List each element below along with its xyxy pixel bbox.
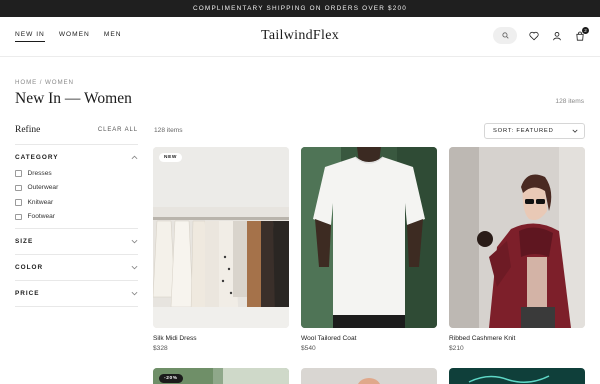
sort-select[interactable]: SORT: FEATURED: [484, 123, 585, 139]
product-tag-badge: -20%: [159, 374, 183, 383]
product-image[interactable]: NEW: [153, 147, 289, 328]
cart-count-badge: 2: [582, 26, 589, 34]
site-header: NEW IN WOMEN MEN TailwindFlex 2: [0, 17, 600, 57]
filter-color-header[interactable]: COLOR: [15, 255, 138, 280]
items-count: 128 items: [154, 127, 183, 134]
cart-button[interactable]: 2: [574, 26, 589, 42]
clear-all-button[interactable]: CLEAR ALL: [98, 127, 138, 133]
product-card[interactable]: -20%: [153, 368, 289, 384]
breadcrumb[interactable]: HOME / WOMEN: [15, 79, 74, 86]
category-option-outerwear[interactable]: Outerwear: [15, 181, 138, 196]
wishlist-button[interactable]: [528, 30, 540, 42]
chevron-down-icon: [131, 239, 138, 244]
announcement-bar: COMPLIMENTARY SHIPPING ON ORDERS OVER $2…: [0, 0, 600, 17]
checkbox[interactable]: [15, 184, 22, 191]
filter-color-title: COLOR: [15, 264, 44, 271]
product-card[interactable]: [449, 368, 585, 384]
search-icon: [501, 32, 509, 39]
category-options: Dresses Outerwear Knitwear Footwear: [15, 166, 138, 228]
product-card[interactable]: Wool Tailored Coat $540: [301, 147, 437, 352]
category-option-knitwear[interactable]: Knitwear: [15, 195, 138, 210]
chevron-up-icon: [131, 155, 138, 160]
filter-size-title: SIZE: [15, 238, 34, 245]
filter-sidebar: Refine CLEAR ALL CATEGORY Dresses Outerw…: [15, 123, 138, 307]
sort-label: SORT: FEATURED: [493, 128, 554, 134]
checkbox[interactable]: [15, 170, 22, 177]
heart-icon: [529, 31, 539, 40]
product-name[interactable]: Silk Midi Dress: [153, 335, 289, 342]
option-label: Footwear: [27, 213, 56, 221]
filter-price-title: PRICE: [15, 290, 40, 297]
category-option-footwear[interactable]: Footwear: [15, 210, 138, 225]
filter-category: CATEGORY Dresses Outerwear Knitwear Foot…: [15, 144, 138, 228]
header-actions: 2: [493, 26, 589, 44]
filter-size: SIZE: [15, 228, 138, 254]
refine-header: Refine CLEAR ALL: [15, 123, 138, 136]
product-card[interactable]: NEW Silk Midi Dress $328: [153, 147, 289, 352]
product-image[interactable]: [301, 368, 437, 384]
category-option-dresses[interactable]: Dresses: [15, 166, 138, 181]
filter-category-title: CATEGORY: [15, 154, 59, 161]
option-label: Knitwear: [27, 198, 54, 206]
product-image[interactable]: [301, 147, 437, 328]
search-button[interactable]: [493, 27, 517, 44]
user-icon: [553, 31, 561, 40]
option-label: Outerwear: [27, 184, 59, 192]
chevron-down-icon: [131, 265, 138, 270]
checkbox[interactable]: [15, 199, 22, 206]
product-price: $328: [153, 345, 168, 352]
product-price: $210: [449, 345, 464, 352]
product-name[interactable]: Ribbed Cashmere Knit: [449, 335, 585, 342]
product-price: $540: [301, 345, 316, 352]
filter-price: PRICE: [15, 280, 138, 307]
product-card[interactable]: [301, 368, 437, 384]
page-title: New In — Women: [15, 90, 132, 107]
account-button[interactable]: [551, 30, 563, 42]
chevron-down-icon: [572, 129, 578, 133]
product-tag-badge: NEW: [159, 153, 182, 162]
product-name[interactable]: Wool Tailored Coat: [301, 335, 437, 342]
total-item-count: 128 items: [555, 98, 584, 105]
product-image[interactable]: [449, 368, 585, 384]
filter-size-header[interactable]: SIZE: [15, 229, 138, 254]
checkbox[interactable]: [15, 213, 22, 220]
product-image[interactable]: -20%: [153, 368, 289, 384]
option-label: Dresses: [27, 169, 52, 177]
chevron-down-icon: [131, 291, 138, 296]
refine-title: Refine: [15, 124, 41, 135]
filter-color: COLOR: [15, 254, 138, 280]
product-image[interactable]: [449, 147, 585, 328]
filter-price-header[interactable]: PRICE: [15, 281, 138, 306]
announcement-text: COMPLIMENTARY SHIPPING ON ORDERS OVER $2…: [192, 5, 408, 12]
product-card[interactable]: Ribbed Cashmere Knit $210: [449, 147, 585, 352]
